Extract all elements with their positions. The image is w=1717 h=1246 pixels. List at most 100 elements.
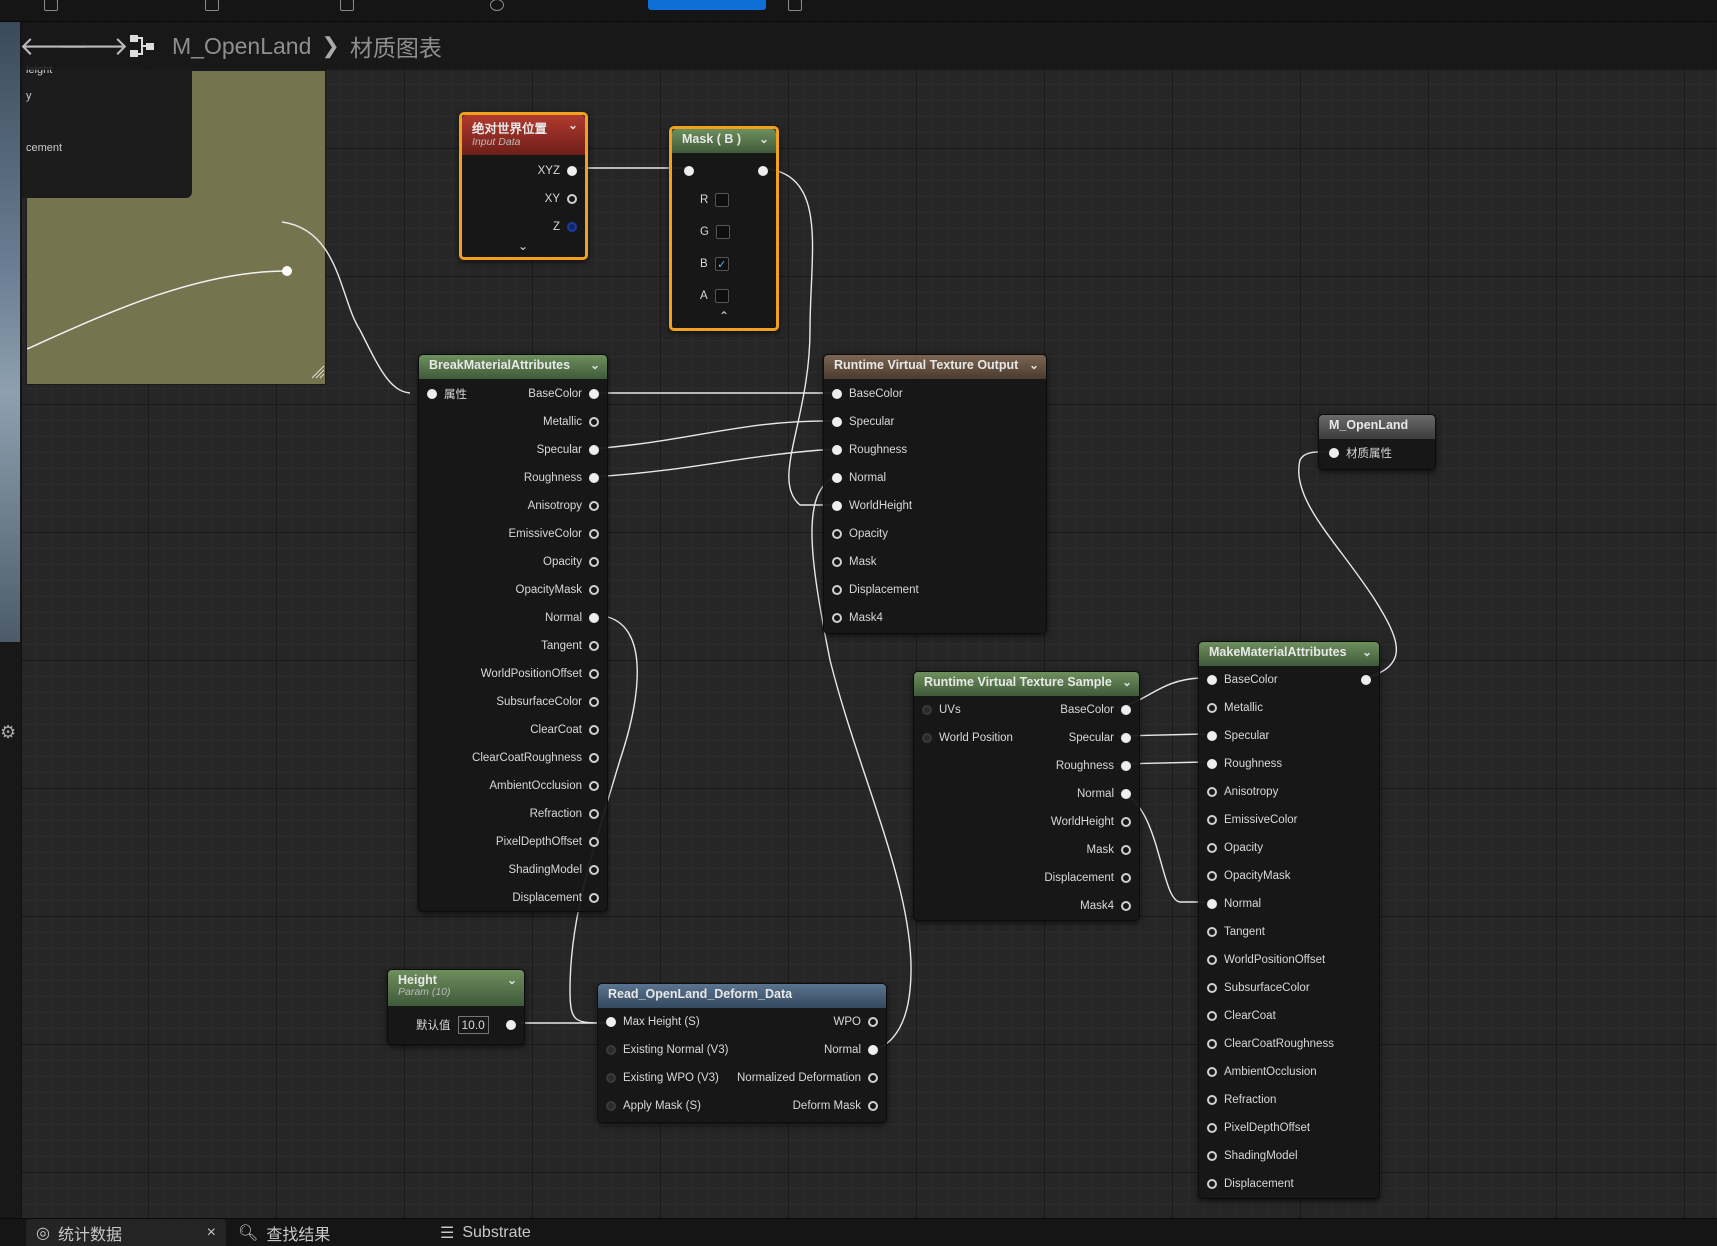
input-pin[interactable]: Opacity [1207,835,1263,861]
input-pin[interactable]: ClearCoatRoughness [1207,1031,1334,1057]
input-pin[interactable]: ShadingModel [1207,1143,1298,1169]
input-pin[interactable]: 材质属性 [1329,440,1392,466]
channel-checkbox[interactable]: ✓ [714,257,729,271]
channel-g[interactable]: G [700,219,730,245]
input-pin[interactable]: 属性 [427,381,467,407]
output-pin[interactable]: Mask [1087,837,1131,863]
chevron-down-icon[interactable]: ⌄ [1029,358,1039,372]
output-pin[interactable]: XY [462,186,577,212]
output-pin[interactable]: Specular [537,437,599,463]
output-pin[interactable]: WPO [834,1009,878,1035]
tab-stats[interactable]: ◎ 统计数据 × [26,1219,226,1246]
node-make-material-attributes[interactable]: MakeMaterialAttributes ⌄ BaseColor Metall… [1198,641,1380,1199]
output-pin[interactable]: WorldHeight [1051,809,1131,835]
node-header[interactable]: Runtime Virtual Texture Output ⌄ [824,355,1046,379]
output-pin[interactable]: EmissiveColor [509,521,599,547]
input-pin[interactable]: EmissiveColor [1207,807,1298,833]
channel-a[interactable]: A [700,283,729,309]
output-pin[interactable]: Normal [824,1037,878,1063]
output-pin[interactable]: Normalized Deformation [737,1065,878,1091]
input-pin[interactable]: Metallic [1207,695,1263,721]
output-pin[interactable]: WorldPositionOffset [481,661,599,687]
node-runtime-virtual-texture-sample[interactable]: Runtime Virtual Texture Sample ⌄ BaseCol… [913,671,1140,921]
collapse-chevron-icon[interactable]: ⌃ [719,309,729,323]
node-runtime-virtual-texture-output[interactable]: Runtime Virtual Texture Output ⌄ BaseCol… [823,354,1047,634]
node-m-openland-output[interactable]: M_OpenLand 材质属性 [1318,414,1436,470]
node-header[interactable]: 绝对世界位置 Input Data ⌄ [462,115,585,155]
input-pin[interactable]: BaseColor [1207,667,1278,693]
input-pin[interactable]: Tangent [1207,919,1265,945]
channel-checkbox[interactable] [715,225,730,239]
input-pin[interactable]: Specular [1207,723,1269,749]
output-pin[interactable]: BaseColor [528,381,599,407]
output-pin[interactable]: OpacityMask [516,577,599,603]
output-pin[interactable]: Metallic [543,409,599,435]
output-pin[interactable] [506,1012,516,1038]
node-header[interactable]: Mask ( B ) ⌄ [672,129,776,153]
expand-chevron-icon[interactable]: ⌄ [518,239,528,253]
output-pin[interactable]: Tangent [541,633,599,659]
default-value-field[interactable]: 10.0 [457,1016,489,1034]
input-pin[interactable] [684,158,694,184]
toolbar-item-4[interactable] [490,0,504,16]
channel-checkbox[interactable] [715,193,730,207]
input-pin[interactable]: Existing WPO (V3) [606,1065,719,1091]
output-pin[interactable]: Normal [1077,781,1131,807]
output-pin[interactable] [1361,667,1371,693]
output-pin[interactable]: ClearCoatRoughness [472,745,599,771]
apply-button[interactable] [648,0,766,10]
input-pin[interactable]: Apply Mask (S) [606,1093,701,1119]
input-pin[interactable]: Max Height (S) [606,1009,700,1035]
input-pin[interactable]: Specular [832,409,894,435]
output-pin[interactable]: SubsurfaceColor [496,689,599,715]
input-pin[interactable]: Normal [1207,891,1261,917]
input-pin[interactable]: AmbientOcclusion [1207,1059,1317,1085]
node-mask-b[interactable]: Mask ( B ) ⌄ R G B ✓ A ⌃ [669,126,779,331]
output-pin[interactable]: Z [462,214,577,240]
input-pin[interactable]: SubsurfaceColor [1207,975,1310,1001]
input-pin[interactable]: Normal [832,465,886,491]
input-pin[interactable]: Opacity [832,521,888,547]
output-pin[interactable]: Specular [1069,725,1131,751]
input-pin[interactable]: Anisotropy [1207,779,1278,805]
output-pin[interactable]: ShadingModel [508,857,599,883]
node-header[interactable]: M_OpenLand [1319,415,1435,439]
output-pin[interactable]: Roughness [524,465,599,491]
input-pin[interactable]: Mask4 [832,605,883,631]
toolbar-item-3[interactable] [340,0,354,16]
node-break-material-attributes[interactable]: BreakMaterialAttributes ⌄ 属性 BaseColor Me… [418,354,608,912]
output-pin[interactable]: Roughness [1056,753,1131,779]
node-header[interactable]: BreakMaterialAttributes ⌄ [419,355,607,379]
input-pin[interactable]: UVs [922,697,961,723]
toolbar-item-5[interactable] [788,0,802,16]
tab-find-results[interactable]: 🔍︎ 查找结果 [228,1219,340,1246]
output-pin[interactable] [758,158,768,184]
input-pin[interactable]: PixelDepthOffset [1207,1115,1310,1141]
node-header[interactable]: Read_OpenLand_Deform_Data [598,984,886,1008]
graph-hierarchy-icon[interactable] [126,30,158,62]
chevron-down-icon[interactable]: ⌄ [568,118,578,132]
node-header[interactable]: MakeMaterialAttributes ⌄ [1199,642,1379,666]
output-pin[interactable]: Anisotropy [528,493,599,519]
output-pin[interactable]: Normal [545,605,599,631]
node-header[interactable]: Height Param (10) ⌄ [388,970,524,1006]
breadcrumb-asset[interactable]: M_OpenLand [172,33,311,60]
input-pin[interactable]: ClearCoat [1207,1003,1276,1029]
output-pin[interactable]: ClearCoat [530,717,599,743]
forward-arrow-icon[interactable]: 🡒 [59,26,129,66]
node-absolute-world-position[interactable]: 绝对世界位置 Input Data ⌄ XYZ XY Z ⌄ [459,112,588,260]
chevron-down-icon[interactable]: ⌄ [507,973,517,987]
output-pin[interactable]: XYZ [462,158,577,184]
input-pin[interactable]: Displacement [832,577,919,603]
toolbar-item-1[interactable] [44,0,58,16]
input-pin[interactable]: Roughness [832,437,907,463]
input-pin[interactable]: World Position [922,725,1013,751]
input-pin[interactable]: OpacityMask [1207,863,1290,889]
close-icon[interactable]: × [207,1224,216,1242]
chevron-down-icon[interactable]: ⌄ [759,132,769,146]
input-pin[interactable]: WorldPositionOffset [1207,947,1325,973]
input-pin[interactable]: BaseColor [832,381,903,407]
input-pin[interactable]: Roughness [1207,751,1282,777]
chevron-down-icon[interactable]: ⌄ [1122,675,1132,689]
channel-r[interactable]: R [700,187,730,213]
